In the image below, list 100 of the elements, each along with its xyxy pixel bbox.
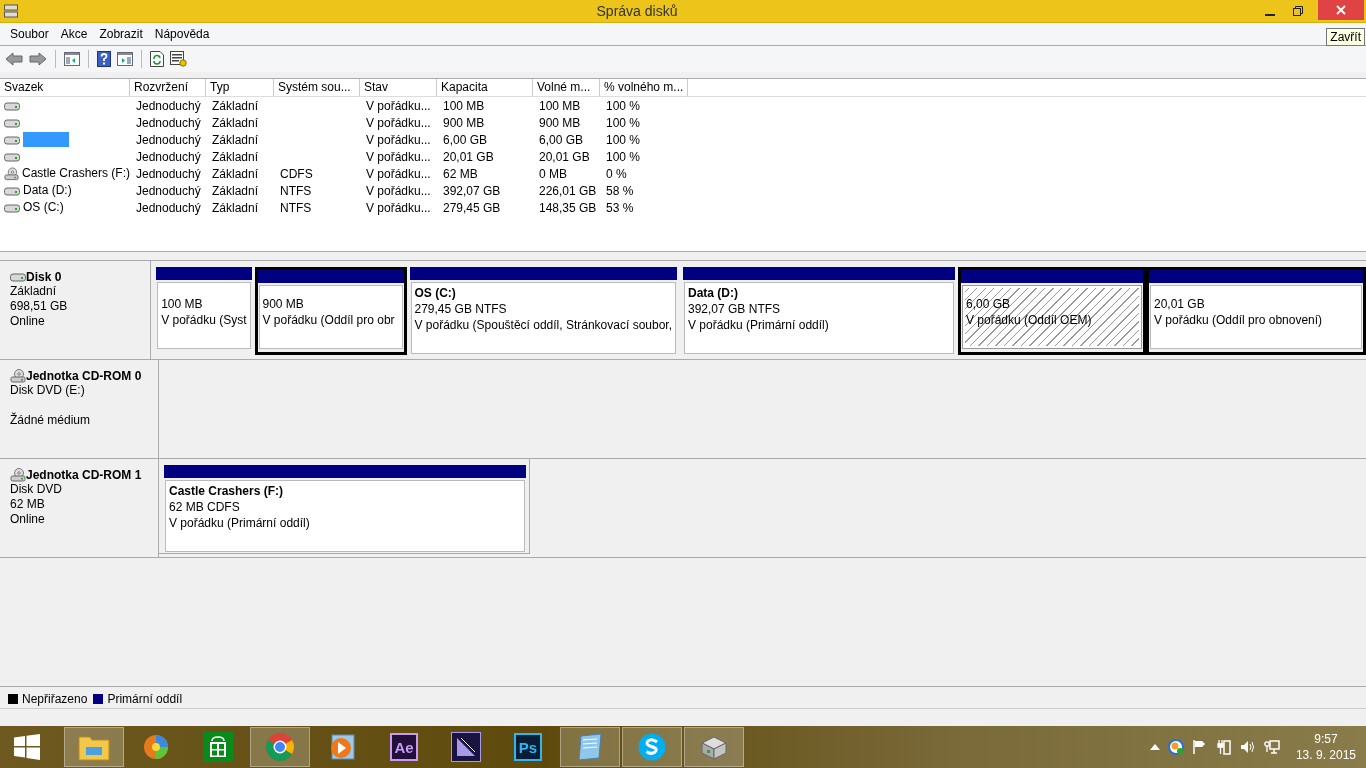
table-cell-text: 100 % [605, 132, 642, 147]
table-cell-text: 100 % [605, 115, 642, 130]
clock-date[interactable]: 13. 9. 2015 [1295, 747, 1356, 763]
skype-icon [637, 732, 667, 762]
disk-size: 698,51 GB [10, 299, 69, 314]
column-header[interactable]: Kapacita [437, 79, 533, 97]
table-cell-text: 148,35 GB [538, 200, 598, 215]
panel-icon[interactable] [64, 52, 80, 66]
partition-title: OS (C:) [414, 285, 457, 301]
volume-name[interactable]: Castle Crashers (F:) [21, 166, 130, 181]
partition-status: V pořádku (Primární oddíl) [688, 317, 830, 333]
partition-title: Data (D:) [688, 285, 739, 301]
column-header[interactable]: Stav [360, 79, 437, 97]
column-header[interactable]: Svazek [0, 79, 130, 97]
forward-arrow-icon[interactable] [29, 52, 47, 66]
disk-type: Základní [10, 284, 58, 299]
legend-label: Primární oddíl [107, 692, 183, 706]
table-cell-text: V pořádku... [365, 183, 432, 198]
cd-drive-icon [10, 368, 26, 383]
disk-status: Žádné médium [10, 413, 92, 428]
partition-status: V pořádku (Oddíl OEM) [966, 312, 1093, 328]
refresh-icon[interactable] [150, 51, 164, 67]
help-icon[interactable] [97, 51, 111, 67]
flag-icon[interactable] [1191, 739, 1208, 755]
column-header[interactable]: % volného m... [600, 79, 688, 97]
partition[interactable]: 6,00 GB V pořádku (Oddíl OEM) [958, 267, 1146, 355]
table-cell-text: 900 MB [538, 115, 582, 130]
disk-status: Online [10, 512, 46, 527]
table-cell-text: CDFS [279, 166, 314, 181]
drive-icon [4, 202, 20, 213]
drive-icon [4, 185, 20, 196]
column-header[interactable]: Systém sou... [274, 79, 360, 97]
taskbar-app[interactable] [684, 727, 744, 767]
clock-time[interactable]: 9:57 [1314, 731, 1338, 747]
table-cell-text: NTFS [279, 200, 313, 215]
properties-icon[interactable] [170, 51, 187, 67]
table-cell-text: 62 MB [442, 166, 479, 181]
table-cell-text: 6,00 GB [442, 132, 489, 147]
disk-type: Disk DVD [10, 482, 63, 497]
drive-icon [10, 271, 26, 282]
table-cell-text: V pořádku... [365, 166, 432, 181]
panel-icon[interactable] [117, 52, 133, 66]
partition[interactable]: 900 MB V pořádku (Oddíl pro obr [254, 267, 407, 355]
taskbar-app[interactable] [560, 727, 620, 767]
close-button[interactable] [1318, 0, 1364, 20]
table-cell-text: 0 MB [538, 166, 568, 181]
notepad-icon [575, 732, 605, 762]
table-cell-text: 6,00 GB [538, 132, 585, 147]
volume-icon[interactable] [1239, 739, 1256, 755]
table-cell-text: Jednoduchý [135, 200, 202, 215]
close-tooltip: Zavřít [1326, 28, 1365, 46]
cd-drive-icon [10, 467, 26, 482]
partition[interactable]: 20,01 GB V pořádku (Oddíl pro obnovení) [1146, 267, 1366, 355]
table-cell-text: 100 % [605, 98, 642, 113]
network-icon[interactable] [1263, 739, 1280, 755]
table-cell-text: Jednoduchý [135, 183, 202, 198]
partition-size: 62 MB CDFS [169, 499, 241, 515]
table-cell-text: 279,45 GB [442, 200, 502, 215]
close-icon [1336, 5, 1346, 15]
partition-size: 100 MB [161, 296, 204, 312]
legend-label: Nepřiřazeno [22, 692, 88, 706]
table-cell-text: Jednoduchý [135, 149, 202, 164]
partition-status: V pořádku (Spouštěcí oddíl, Stránkovací soubor, [414, 317, 672, 333]
taskbar-app[interactable] [622, 727, 682, 767]
taskbar-app[interactable]: Ps [498, 727, 558, 767]
show-hidden-icons[interactable] [1149, 744, 1160, 750]
window-title: Správa disků [595, 3, 679, 19]
back-arrow-icon[interactable] [5, 52, 23, 66]
table-cell-text: 226,01 GB [538, 183, 598, 198]
column-header[interactable]: Typ [206, 79, 274, 97]
volume-name[interactable]: Data (D:) [23, 183, 72, 198]
globe-icon [142, 733, 170, 761]
partition-title: Castle Crashers (F:) [169, 483, 285, 499]
table-cell-text: V pořádku... [365, 200, 432, 215]
taskbar-app[interactable]: Ae [374, 727, 434, 767]
windows-logo-icon [14, 734, 40, 760]
after-effects-icon: Ae [390, 733, 418, 761]
column-header[interactable]: Rozvržení [130, 79, 206, 97]
menu-item[interactable]: Soubor [4, 27, 55, 41]
table-cell-text: Jednoduchý [135, 132, 202, 147]
table-cell-text: 58 % [605, 183, 635, 198]
volume-name[interactable]: OS (C:) [23, 200, 64, 215]
store-icon [203, 732, 233, 762]
column-header[interactable]: Volné m... [533, 79, 600, 97]
chrome-icon [265, 732, 295, 762]
table-cell-text: Jednoduchý [135, 98, 202, 113]
table-cell-text: Základní [211, 115, 260, 130]
partition-size: 392,07 GB NTFS [688, 301, 782, 317]
table-cell-text: 20,01 GB [538, 149, 591, 164]
disk-status: Online [10, 314, 46, 329]
table-cell-text: Základní [211, 98, 260, 113]
media-encoder-icon [451, 732, 481, 762]
battery-icon[interactable] [1215, 739, 1232, 755]
menu-item[interactable]: Zobrazit [93, 27, 149, 41]
table-cell-text: NTFS [279, 183, 313, 198]
menu-item[interactable]: Akce [54, 27, 94, 41]
sync-icon[interactable] [1167, 739, 1184, 755]
disk-type: Disk DVD (E:) [10, 383, 86, 398]
cd-drive-icon [4, 166, 19, 181]
menu-item[interactable]: Nápověda [148, 27, 216, 41]
